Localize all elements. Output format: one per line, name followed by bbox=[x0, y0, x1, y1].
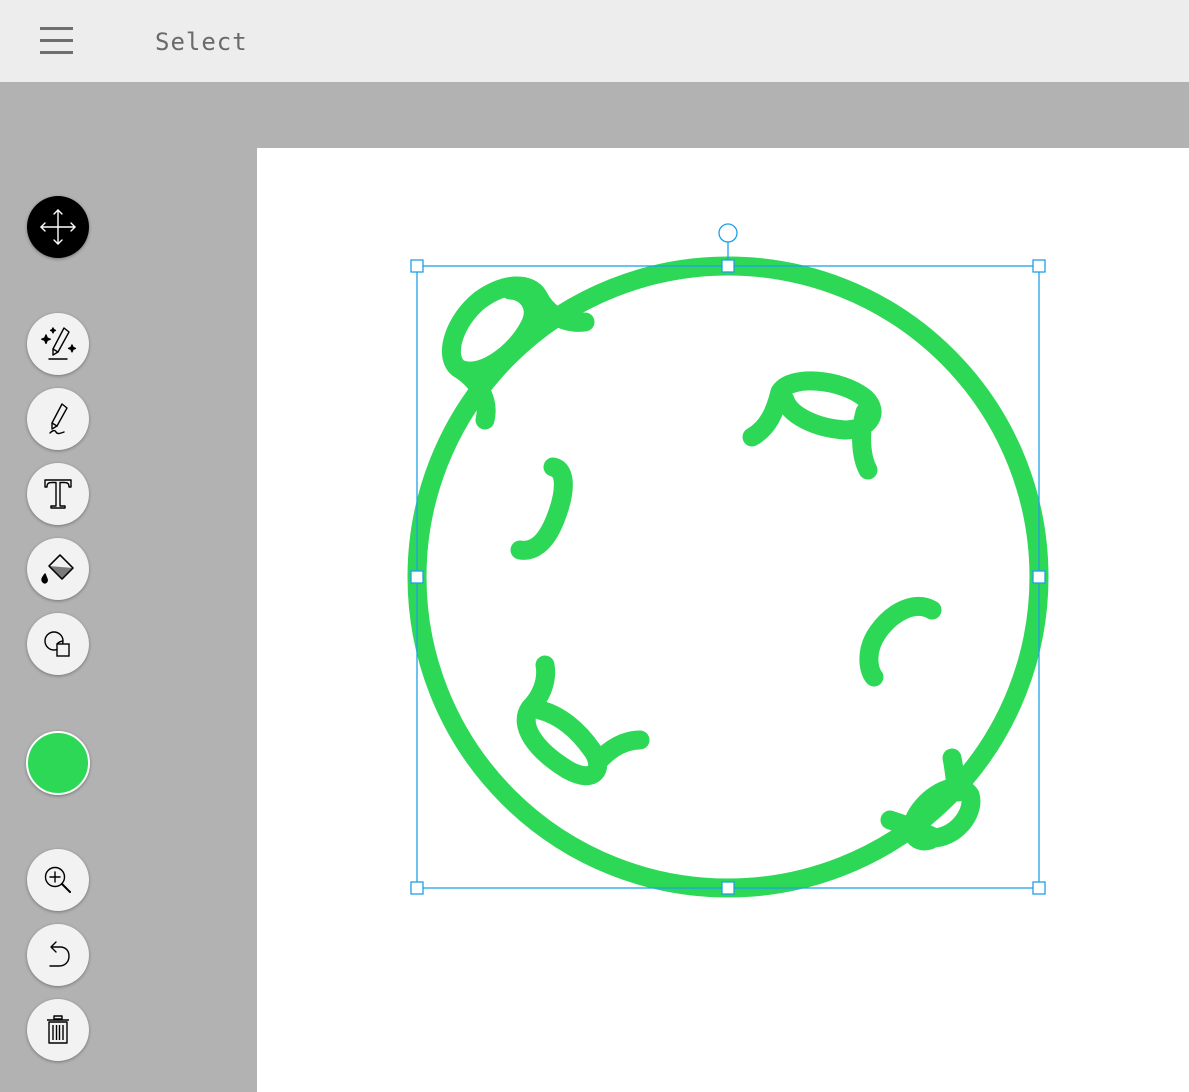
resize-handle-s[interactable] bbox=[721, 881, 735, 895]
green-arc-stroke[interactable] bbox=[859, 596, 942, 687]
resize-handle-se[interactable] bbox=[1032, 881, 1046, 895]
green-loop-stroke[interactable] bbox=[880, 748, 981, 851]
drawing-layer bbox=[407, 223, 1049, 898]
resize-handle-ne[interactable] bbox=[1032, 259, 1046, 273]
green-loop-stroke[interactable] bbox=[516, 655, 650, 786]
resize-handle-n[interactable] bbox=[721, 259, 735, 273]
green-loop-stroke[interactable] bbox=[742, 371, 882, 480]
rotate-handle[interactable] bbox=[718, 223, 738, 243]
resize-handle-e[interactable] bbox=[1032, 570, 1046, 584]
resize-handle-sw[interactable] bbox=[410, 881, 424, 895]
resize-handle-w[interactable] bbox=[410, 570, 424, 584]
resize-handle-nw[interactable] bbox=[410, 259, 424, 273]
green-arc-stroke[interactable] bbox=[510, 457, 573, 560]
